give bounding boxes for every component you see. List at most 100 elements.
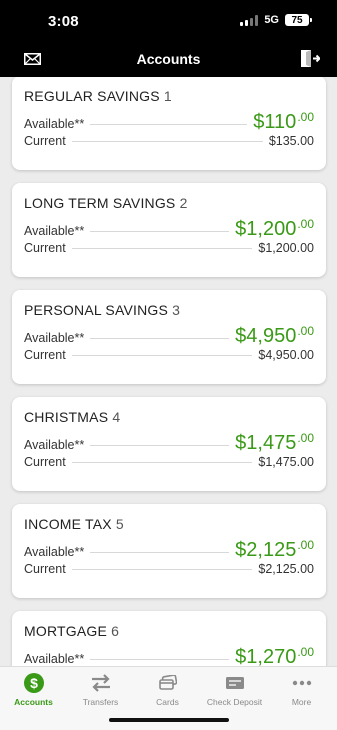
available-label: Available** [24,117,85,131]
current-amount: $1,475.00 [258,455,314,469]
tab-transfers[interactable]: Transfers [67,671,134,707]
account-name: PERSONAL SAVINGS [24,302,169,318]
available-dollars: $2,125 [235,539,297,561]
current-label: Current [24,455,66,469]
cards-icon [134,671,201,695]
tab-label: More [291,697,312,707]
account-name: INCOME TAX [24,516,112,532]
tab-check-deposit[interactable]: Check Deposit [201,671,268,707]
available-amount: $1,200.00 [235,217,314,241]
account-card[interactable]: CHRISTMAS 4 Available** $1,475.00 Curren… [12,397,326,491]
account-card[interactable]: MORTGAGE 6 Available** $1,270.00 [12,611,326,666]
account-number: 6 [111,623,120,639]
account-card[interactable]: REGULAR SAVINGS 1 Available** $110.00 Cu… [12,77,326,170]
account-name: MORTGAGE [24,623,108,639]
account-number: 1 [163,88,172,104]
tab-label: Transfers [82,697,119,707]
available-amount: $1,270.00 [235,645,314,666]
current-label: Current [24,241,66,255]
available-row: Available** $2,125.00 [24,538,314,561]
leader-line [90,445,230,446]
current-row: Current $135.00 [24,134,314,154]
available-cents: .00 [297,431,314,445]
available-row: Available** $1,200.00 [24,217,314,240]
account-title: INCOME TAX 5 [24,516,124,532]
leader-line [90,124,248,125]
account-card[interactable]: LONG TERM SAVINGS 2 Available** $1,200.0… [12,183,326,277]
battery-icon: 75 [285,14,312,26]
home-indicator [109,718,229,722]
account-title: CHRISTMAS 4 [24,409,120,425]
app-header: 3:08 5G 75 Accounts [0,0,337,77]
account-title: LONG TERM SAVINGS 2 [24,195,188,211]
tab-label: Cards [156,697,179,707]
available-cents: .00 [297,217,314,231]
status-time: 3:08 [48,13,79,30]
leader-line [71,248,253,249]
svg-text:$: $ [30,675,38,691]
available-dollars: $1,200 [235,218,297,240]
account-number: 2 [179,195,188,211]
leader-line [90,338,230,339]
transfer-arrows-icon [67,671,134,695]
dollar-circle-icon: $ [0,671,67,695]
tab-more[interactable]: More [268,671,335,707]
available-label: Available** [24,438,85,452]
account-title: MORTGAGE 6 [24,623,119,639]
current-amount: $1,200.00 [258,241,314,255]
account-card[interactable]: PERSONAL SAVINGS 3 Available** $4,950.00… [12,290,326,384]
available-label: Available** [24,545,85,559]
available-label: Available** [24,331,85,345]
available-dollars: $110 [253,111,297,133]
current-amount: $2,125.00 [258,562,314,576]
tab-accounts[interactable]: $ Accounts [0,671,67,707]
check-icon [201,671,268,695]
current-label: Current [24,348,66,362]
account-number: 3 [172,302,181,318]
account-card[interactable]: INCOME TAX 5 Available** $2,125.00 Curre… [12,504,326,598]
current-row: Current $1,475.00 [24,455,314,475]
available-amount: $4,950.00 [235,324,314,348]
more-dots-icon [268,671,335,695]
available-dollars: $1,475 [235,432,297,454]
leader-line [71,569,253,570]
leader-line [90,552,230,553]
available-dollars: $1,270 [235,646,297,666]
account-title: REGULAR SAVINGS 1 [24,88,172,104]
available-label: Available** [24,652,85,666]
logout-icon[interactable] [300,49,320,68]
account-title: PERSONAL SAVINGS 3 [24,302,180,318]
available-dollars: $4,950 [235,325,297,347]
current-amount: $4,950.00 [258,348,314,362]
available-label: Available** [24,224,85,238]
leader-line [71,141,263,142]
status-indicators: 5G 75 [240,14,312,26]
available-amount: $2,125.00 [235,538,314,562]
available-row: Available** $1,270.00 [24,645,314,666]
signal-icon [240,14,259,26]
tab-cards[interactable]: Cards [134,671,201,707]
leader-line [71,462,253,463]
account-name: CHRISTMAS [24,409,109,425]
available-row: Available** $4,950.00 [24,324,314,347]
account-name: LONG TERM SAVINGS [24,195,176,211]
leader-line [90,231,230,232]
available-cents: .00 [297,538,314,552]
account-number: 5 [115,516,124,532]
available-amount: $110.00 [253,110,314,134]
current-amount: $135.00 [268,134,314,148]
leader-line [90,659,230,660]
leader-line [71,355,253,356]
current-label: Current [24,562,66,576]
available-cents: .00 [297,645,314,659]
account-name: REGULAR SAVINGS [24,88,160,104]
available-row: Available** $1,475.00 [24,431,314,454]
available-amount: $1,475.00 [235,431,314,455]
current-row: Current $4,950.00 [24,348,314,368]
account-list: REGULAR SAVINGS 1 Available** $110.00 Cu… [0,77,337,666]
available-row: Available** $110.00 [24,110,314,133]
network-type: 5G [264,14,279,26]
available-cents: .00 [297,110,314,124]
current-label: Current [24,134,66,148]
tab-label: Accounts [14,697,53,707]
